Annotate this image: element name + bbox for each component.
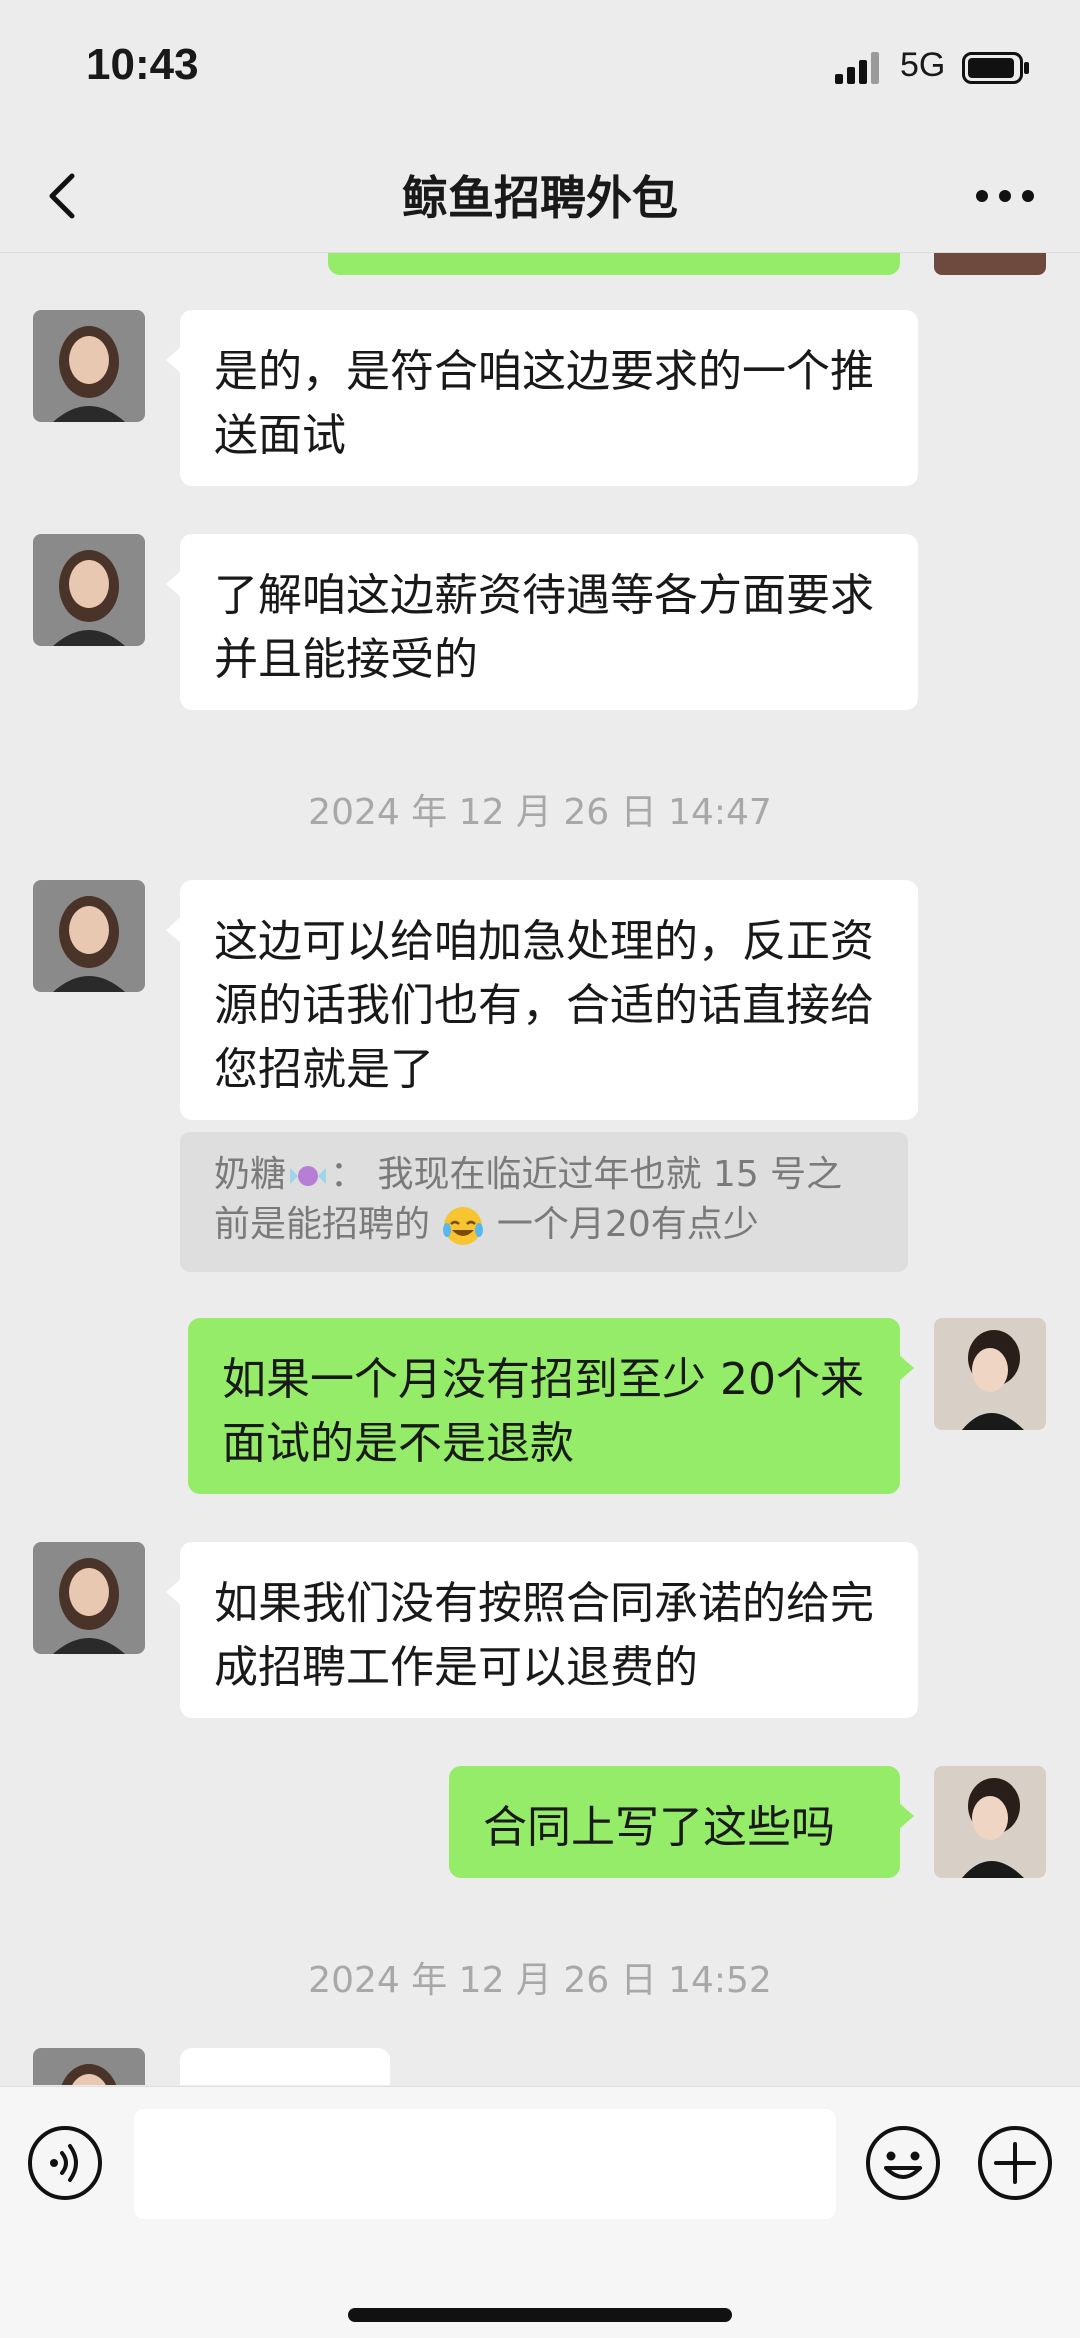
input-bar <box>0 2086 1080 2338</box>
status-time: 10:43 <box>86 40 199 89</box>
message-timestamp: 2024 年 12 月 26 日 14:47 <box>308 792 772 833</box>
avatar-contact[interactable] <box>33 534 145 646</box>
candy-emoji <box>290 1166 327 1186</box>
message-bubble-out[interactable]: 如果一个月没有招到至少 20个来面试的是不是退款 <box>188 1318 914 1494</box>
avatar-contact[interactable] <box>33 1542 145 1654</box>
avatar-contact[interactable] <box>33 310 145 422</box>
voice-icon[interactable] <box>26 2124 104 2202</box>
message-list[interactable]: 是的，是符合咱这边要求的一个推送面试 了解咱这边薪资待遇等各方面要求并且能接受的… <box>0 253 1080 2085</box>
message-bubble-out[interactable]: 合同上写了这些吗 <box>449 1766 914 1878</box>
network-type: 5G <box>900 46 946 84</box>
message-bubble-in[interactable]: 了解咱这边薪资待遇等各方面要求并且能接受的 <box>166 534 918 710</box>
battery-icon <box>962 52 1029 84</box>
message-text: 了解咱这边薪资待遇等各方面要求并且能接受的 <box>214 570 874 685</box>
status-bar: 10:43 5G <box>0 0 1080 140</box>
emoji-icon[interactable] <box>864 2124 942 2202</box>
laugh-cry-emoji <box>443 1207 484 1245</box>
message-text: 是的，是符合咱这边要求的一个推送面试 <box>214 346 874 461</box>
chat-title: 鲸鱼招聘外包 <box>402 171 678 225</box>
message-bubble-out[interactable] <box>328 253 900 275</box>
chat-header: 鲸鱼招聘外包 <box>0 140 1080 253</box>
message-bubble-in[interactable] <box>166 2048 390 2085</box>
home-indicator <box>348 2308 732 2322</box>
message-bubble-in[interactable]: 如果我们没有按照合同承诺的给完成招聘工作是可以退费的 <box>166 1542 918 1718</box>
message-timestamp: 2024 年 12 月 26 日 14:52 <box>308 1960 772 2001</box>
plus-icon[interactable] <box>976 2124 1054 2202</box>
avatar-contact[interactable] <box>33 880 145 992</box>
avatar-contact[interactable] <box>33 2048 145 2085</box>
message-text: 如果一个月没有招到至少 20个来面试的是不是退款 <box>222 1354 864 1469</box>
more-dots-icon[interactable] <box>970 176 1040 216</box>
message-text: 合同上写了这些吗 <box>483 1802 835 1853</box>
quoted-message[interactable]: 奶糖： 我现在临近过年也就 15 号之前是能招聘的 一个月20有点少 <box>180 1132 908 1272</box>
message-text: 如果我们没有按照合同承诺的给完成招聘工作是可以退费的 <box>214 1578 874 1693</box>
avatar-self[interactable] <box>934 1318 1046 1430</box>
avatar-self[interactable] <box>934 253 1046 275</box>
quote-sender: 奶糖 <box>214 1154 287 1195</box>
quote-separator: ： <box>330 1154 367 1195</box>
message-text: 这边可以给咱加急处理的，反正资源的话我们也有，合适的话直接给您招就是了 <box>214 916 874 1095</box>
avatar-self[interactable] <box>934 1766 1046 1878</box>
quote-text-tail: 一个月20有点少 <box>496 1204 759 1245</box>
message-input[interactable] <box>134 2109 836 2219</box>
message-bubble-in[interactable]: 是的，是符合咱这边要求的一个推送面试 <box>166 310 918 486</box>
message-bubble-in[interactable]: 这边可以给咱加急处理的，反正资源的话我们也有，合适的话直接给您招就是了 <box>166 880 918 1120</box>
signal-icon <box>835 52 879 84</box>
